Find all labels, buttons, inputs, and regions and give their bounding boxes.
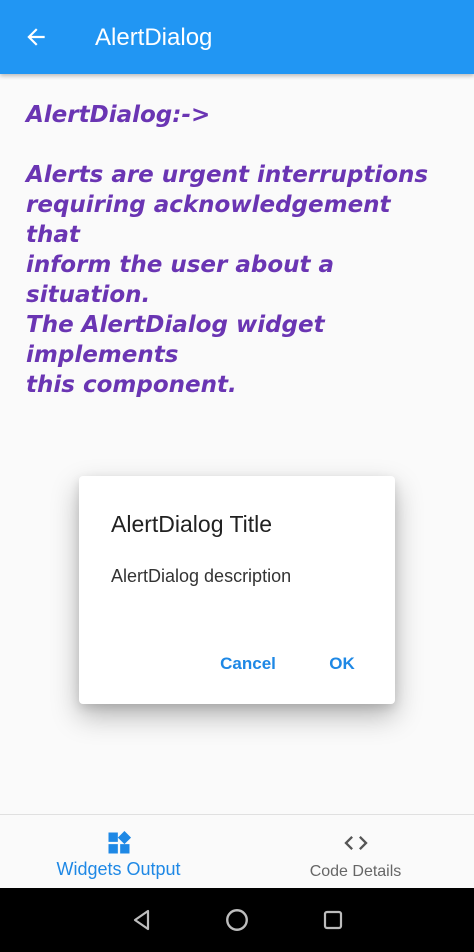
bottom-navigation: Widgets Output Code Details [0, 814, 474, 889]
app-bar: AlertDialog [0, 0, 474, 74]
arrow-back-icon [27, 28, 45, 46]
home-circle-icon [226, 909, 248, 931]
nav-item-widgets-output[interactable]: Widgets Output [0, 815, 237, 889]
system-navigation-bar [0, 888, 474, 952]
system-back-button[interactable] [126, 904, 158, 936]
nav-item-code-details[interactable]: Code Details [237, 815, 474, 889]
back-button[interactable] [14, 15, 58, 59]
dialog-description: AlertDialog description [111, 566, 292, 586]
ok-button[interactable]: OK [317, 646, 367, 682]
page-title: AlertDialog [95, 24, 213, 51]
back-triangle-icon [133, 909, 150, 931]
dialog-title: AlertDialog Title [111, 511, 273, 537]
cancel-button[interactable]: Cancel [207, 646, 289, 682]
code-icon [342, 829, 370, 857]
widgets-icon [105, 829, 133, 857]
nav-label: Widgets Output [56, 859, 181, 879]
alert-dialog: AlertDialog Title AlertDialog descriptio… [79, 476, 395, 704]
system-recents-button[interactable] [317, 904, 349, 936]
system-home-button[interactable] [221, 904, 253, 936]
recents-square-icon [323, 910, 343, 930]
nav-label: Code Details [309, 863, 402, 880]
